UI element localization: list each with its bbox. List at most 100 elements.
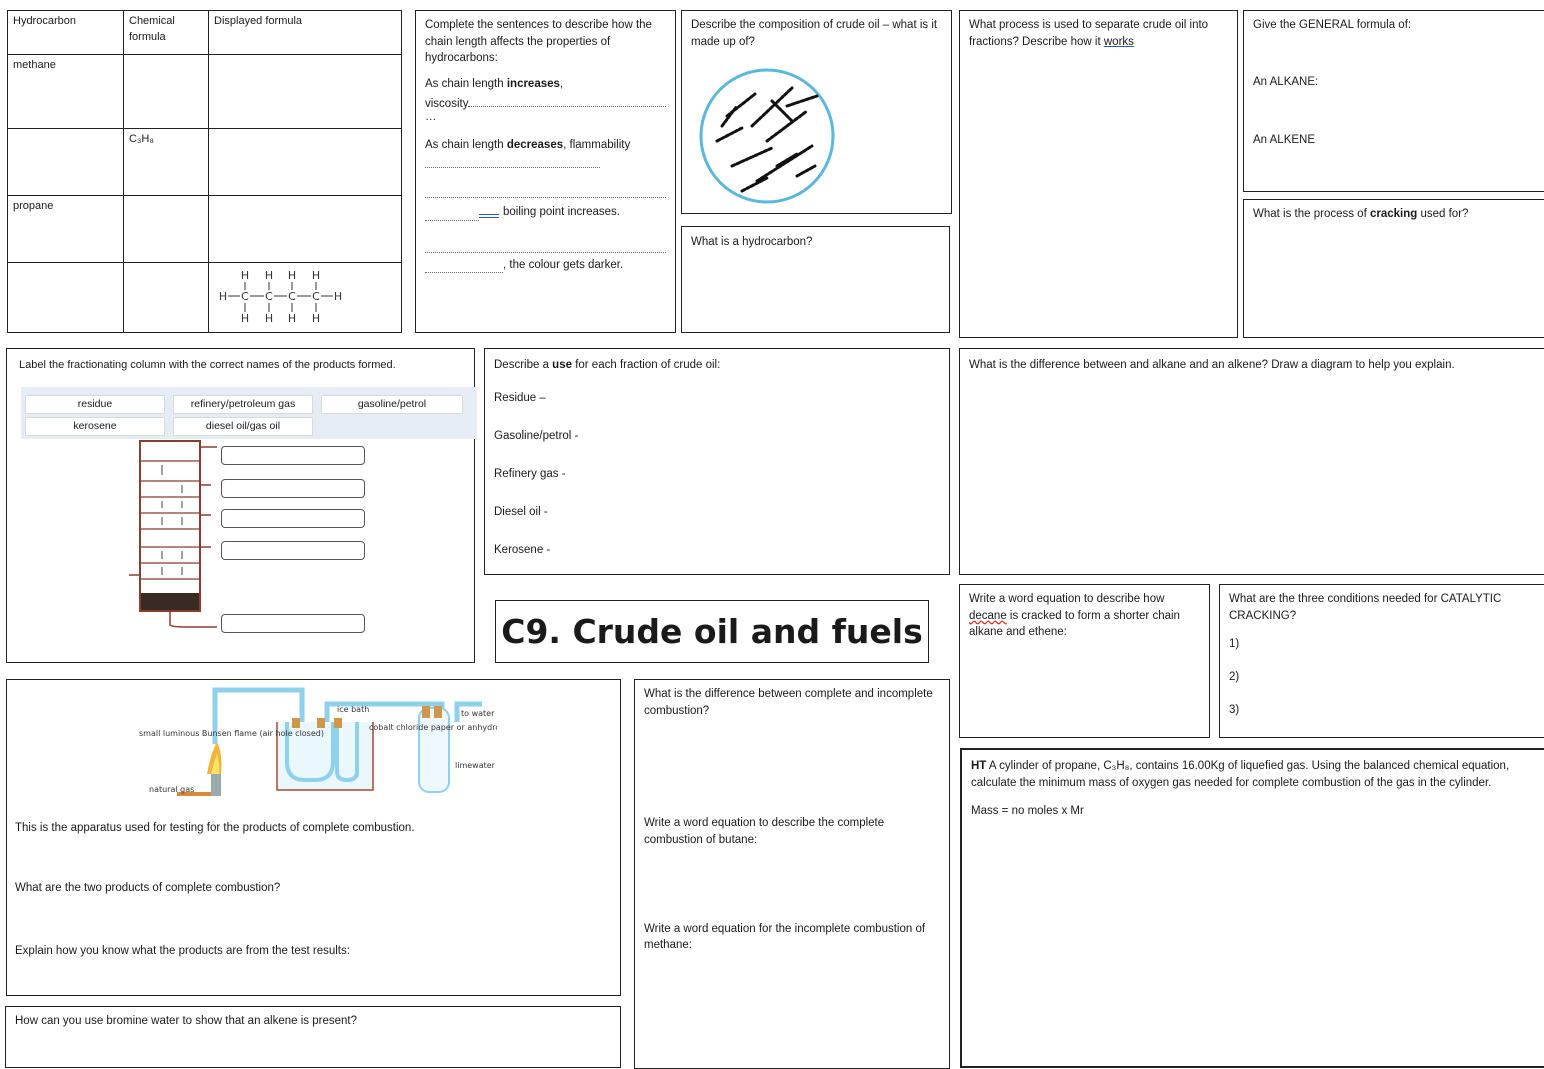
- fraction-uses-box: Describe a use for each fraction of crud…: [484, 348, 950, 575]
- pump-label: to water pump: [461, 709, 497, 718]
- atom-h: H: [334, 290, 342, 303]
- answer-box-4[interactable]: [221, 541, 365, 560]
- mass-formula: Mass = no moles x Mr: [971, 805, 1084, 818]
- explain-question: Explain how you know what the products a…: [15, 944, 350, 957]
- table-header: Hydrocarbon: [7, 10, 124, 55]
- table-cell-formula[interactable]: [123, 54, 209, 129]
- combustion-apparatus-diagram: small luminous Bunsen flame (air hole cl…: [139, 687, 497, 796]
- colour-text: , the colour gets darker.: [503, 258, 624, 271]
- use-diesel: Diesel oil -: [494, 505, 548, 518]
- table-cell-name: propane: [7, 195, 124, 263]
- decane-question: Write a word equation to describe how de…: [969, 593, 1180, 639]
- label-bank: residue refinery/petroleum gas gasoline/…: [21, 387, 477, 439]
- answer-box-2[interactable]: [221, 479, 365, 498]
- chain-length-box: Complete the sentences to describe how t…: [415, 10, 676, 333]
- use-kerosene: Kerosene -: [494, 544, 551, 557]
- hydrocarbon-table-box: Hydrocarbon Chemical formula Displayed f…: [7, 10, 402, 333]
- condition-3: 3): [1229, 703, 1240, 716]
- alkane-alkene-question: What is the difference between and alkan…: [969, 359, 1455, 371]
- table-cell-displayed[interactable]: [208, 128, 402, 196]
- composition-question: Describe the composition of crude oil – …: [691, 19, 938, 48]
- label-chip-residue[interactable]: residue: [25, 395, 165, 414]
- atom-c: C: [312, 290, 320, 303]
- atom-c: C: [288, 290, 296, 303]
- crude-oil-molecules-diagram: [699, 68, 835, 204]
- condition-2: 2): [1229, 671, 1240, 684]
- table-cell-displayed[interactable]: [208, 54, 402, 129]
- atom-h: H: [265, 269, 273, 282]
- butane-combustion-question: Write a word equation to describe the co…: [644, 817, 885, 847]
- atom-h: H: [219, 290, 227, 303]
- table-header: Chemical formula: [123, 10, 209, 55]
- conditions-question: What are the three conditions needed for…: [1229, 593, 1502, 622]
- answer-line[interactable]: [468, 95, 666, 107]
- fractionating-column-box: Label the fractionating column with the …: [6, 348, 477, 663]
- column-instruction: Label the fractionating column with the …: [19, 359, 396, 371]
- combustion-questions-box: What is the difference between complete …: [634, 679, 950, 1069]
- label-chip-diesel[interactable]: diesel oil/gas oil: [173, 417, 313, 436]
- table-cell-displayed[interactable]: [208, 195, 402, 263]
- separation-question: What process is used to separate crude o…: [969, 19, 1209, 48]
- atom-h: H: [241, 312, 249, 325]
- hydrocarbon-table: Hydrocarbon Chemical formula Displayed f…: [7, 10, 402, 333]
- table-cell-name[interactable]: [7, 262, 124, 333]
- gas-label: natural gas: [149, 785, 194, 794]
- answer-line[interactable]: [425, 186, 666, 199]
- chain-sentence-increase: As chain length increases,: [425, 78, 564, 91]
- ht-question: HT A cylinder of propane, C₃H₈, contains…: [971, 760, 1510, 789]
- boiling-point-text: boiling point increases.: [503, 206, 620, 219]
- cobalt-label: cobalt chloride paper or anhydrous coppe…: [369, 723, 497, 732]
- alkene-label: An ALKENE: [1253, 134, 1316, 147]
- answer-line[interactable]: [425, 261, 503, 274]
- atom-c: C: [241, 290, 249, 303]
- general-formula-box: Give the GENERAL formula of: An ALKANE: …: [1243, 10, 1544, 192]
- chain-sentence-decrease: As chain length decreases, flammability: [425, 139, 631, 152]
- cracking-use-box: What is the process of cracking used for…: [1243, 199, 1544, 338]
- composition-box: Describe the composition of crude oil – …: [681, 10, 952, 214]
- cracking-question: What is the process of cracking used for…: [1253, 208, 1469, 220]
- ice-bath-label: ice bath: [337, 705, 369, 714]
- answer-line[interactable]: [425, 209, 479, 221]
- separation-process-box: What process is used to separate crude o…: [959, 10, 1238, 338]
- table-cell-name[interactable]: [7, 128, 124, 196]
- label-chip-gasoline[interactable]: gasoline/petrol: [321, 395, 463, 414]
- atom-c: C: [265, 290, 273, 303]
- atom-h: H: [288, 312, 296, 325]
- use-refinery-gas: Refinery gas -: [494, 468, 566, 481]
- alkane-alkene-box: What is the difference between and alkan…: [959, 348, 1544, 575]
- atom-h: H: [312, 269, 320, 282]
- cracking-conditions-box: What are the three conditions needed for…: [1219, 584, 1544, 738]
- decane-cracking-box: Write a word equation to describe how de…: [959, 584, 1210, 738]
- methane-combustion-question: Write a word equation for the incomplete…: [644, 922, 926, 952]
- table-cell-formula: C₃H₈: [123, 128, 209, 196]
- table-cell-formula[interactable]: [123, 262, 209, 333]
- table-cell-formula[interactable]: [123, 195, 209, 263]
- bromine-water-box: How can you use bromine water to show th…: [5, 1006, 621, 1068]
- condition-1: 1): [1229, 638, 1240, 651]
- limewater-label: limewater: [455, 761, 496, 770]
- worksheet-title-box: C9. Crude oil and fuels: [495, 600, 929, 663]
- ht-calculation-box: HT A cylinder of propane, C₃H₈, contains…: [960, 748, 1544, 1068]
- chain-intro: Complete the sentences to describe how t…: [425, 19, 652, 65]
- atom-h: H: [288, 269, 296, 282]
- answer-box-bottom[interactable]: [221, 614, 365, 633]
- butane-displayed-formula: H H H H H C C C C H H H H H: [219, 269, 342, 325]
- use-residue: Residue –: [494, 391, 546, 404]
- fractionating-column-diagram: [129, 440, 217, 628]
- atom-h: H: [312, 312, 320, 325]
- use-gasoline: Gasoline/petrol -: [494, 430, 579, 443]
- answer-line[interactable]: [425, 156, 600, 169]
- uses-question: Describe a use for each fraction of crud…: [494, 359, 721, 371]
- answer-line[interactable]: [425, 241, 666, 253]
- answer-box-top[interactable]: [221, 446, 365, 465]
- atom-h: H: [265, 312, 273, 325]
- apparatus-caption: This is the apparatus used for testing f…: [15, 821, 415, 834]
- label-chip-kerosene[interactable]: kerosene: [25, 417, 165, 436]
- worksheet-title: C9. Crude oil and fuels: [501, 611, 923, 651]
- table-header: Displayed formula: [208, 10, 402, 55]
- atom-h: H: [241, 269, 249, 282]
- answer-box-3[interactable]: [221, 509, 365, 528]
- label-chip-refinery-gas[interactable]: refinery/petroleum gas: [173, 395, 313, 414]
- general-formula-question: Give the GENERAL formula of:: [1253, 19, 1412, 31]
- combustion-difference-question: What is the difference between complete …: [644, 688, 933, 717]
